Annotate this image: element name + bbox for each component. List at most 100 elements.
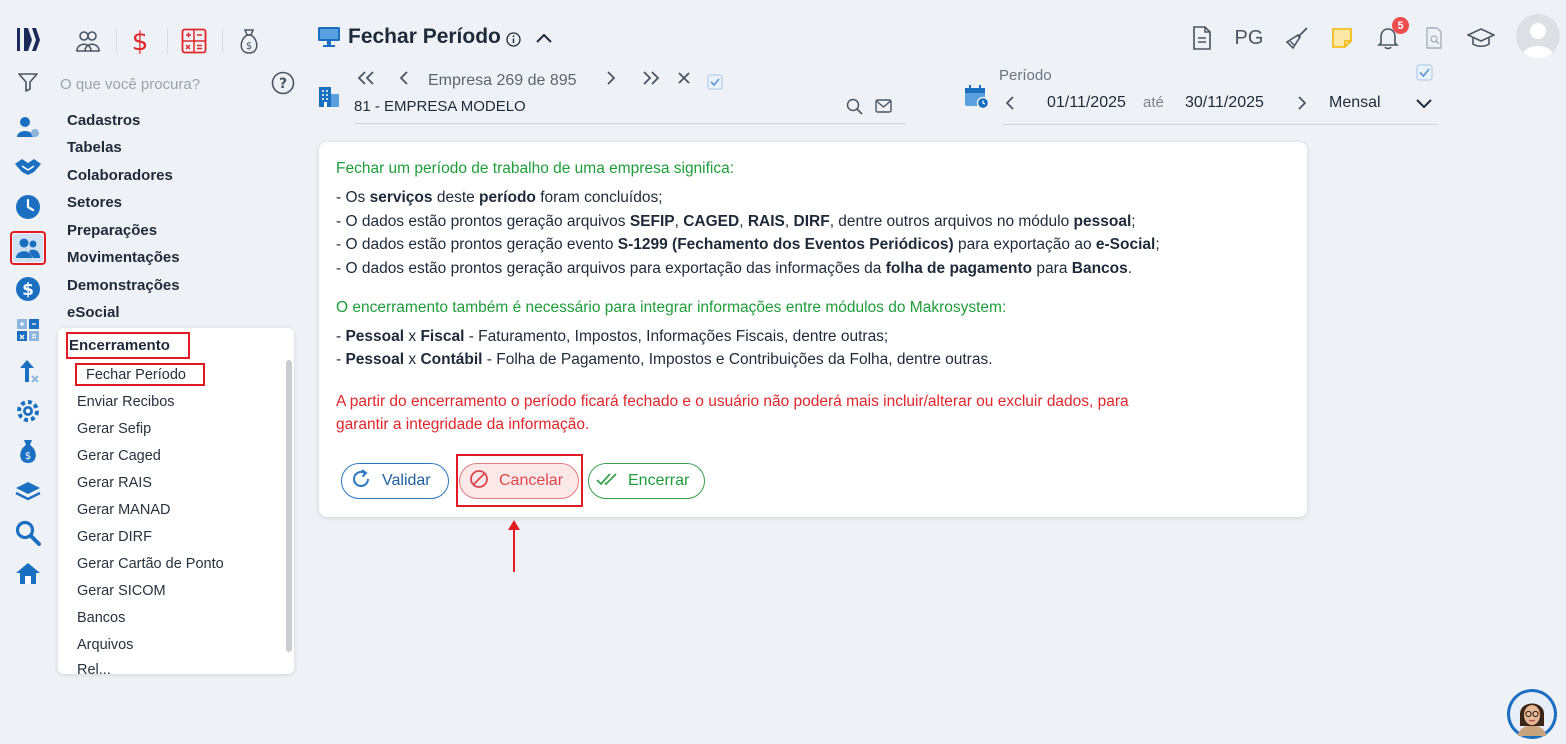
- rail-calculator-icon[interactable]: [10, 313, 46, 347]
- bullet-servicos: - Os serviços deste período foram conclu…: [336, 189, 663, 207]
- submenu-scrollbar[interactable]: [286, 360, 292, 652]
- last-company-button[interactable]: [641, 70, 661, 91]
- module-people-icon[interactable]: [71, 24, 105, 58]
- module-divider: [167, 28, 168, 54]
- chevron-down-icon[interactable]: [1415, 97, 1433, 115]
- module-money-bag-icon[interactable]: $: [232, 24, 266, 58]
- submenu-item-gerar-sicom[interactable]: Gerar SICOM: [77, 583, 166, 599]
- collapse-chevron-icon[interactable]: [535, 31, 553, 49]
- left-rail: $ $: [0, 0, 56, 744]
- text-segment: e-Social: [1095, 236, 1156, 253]
- submenu-item-gerar-dirf[interactable]: Gerar DIRF: [77, 529, 152, 545]
- menu-item-cadastros[interactable]: Cadastros: [67, 112, 140, 129]
- submenu-item-partial[interactable]: Rel...: [77, 662, 111, 674]
- period-mode-select[interactable]: Mensal: [1329, 94, 1381, 112]
- rail-people-icon[interactable]: [10, 231, 46, 265]
- user-avatar[interactable]: [1516, 14, 1560, 58]
- help-icon[interactable]: ?: [271, 71, 295, 100]
- previous-company-button[interactable]: [398, 70, 410, 91]
- svg-text:$: $: [22, 280, 34, 300]
- assistant-avatar[interactable]: [1507, 689, 1557, 739]
- menu-item-colaboradores[interactable]: Colaboradores: [67, 167, 173, 184]
- submenu-item-gerar-cartao-de-ponto[interactable]: Gerar Cartão de Ponto: [77, 556, 224, 572]
- period-next-button[interactable]: [1296, 95, 1308, 116]
- menu-item-esocial[interactable]: eSocial: [67, 304, 120, 321]
- rail-handshake-icon[interactable]: [10, 150, 46, 184]
- encerrar-label: Encerrar: [628, 472, 690, 489]
- integration-fiscal: - Pessoal x Fiscal - Faturamento, Impost…: [336, 328, 888, 346]
- menu-item-setores[interactable]: Setores: [67, 194, 122, 211]
- svg-text:?: ?: [279, 76, 287, 92]
- submenu-item-fechar-periodo[interactable]: Fechar Período: [86, 367, 186, 383]
- submenu-item-gerar-sefip[interactable]: Gerar Sefip: [77, 421, 151, 437]
- menu-item-preparacoes[interactable]: Preparações: [67, 222, 157, 239]
- app-logo[interactable]: [14, 24, 44, 59]
- page-title: Fechar Período: [348, 25, 501, 48]
- bullet-esocial: - O dados estão prontos geração evento S…: [336, 236, 1160, 254]
- period-separator: até: [1143, 94, 1164, 111]
- encerrar-button[interactable]: Encerrar: [588, 463, 705, 499]
- monitor-icon: [317, 26, 341, 53]
- submenu-item-gerar-rais[interactable]: Gerar RAIS: [77, 475, 152, 491]
- submenu-item-gerar-caged[interactable]: Gerar Caged: [77, 448, 161, 464]
- info-icon[interactable]: [506, 32, 521, 52]
- text-segment: Contábil: [420, 351, 483, 368]
- clear-company-button[interactable]: [677, 70, 691, 91]
- rail-clock-icon[interactable]: [10, 190, 46, 224]
- next-company-button[interactable]: [605, 70, 617, 91]
- graduation-cap-icon[interactable]: [1465, 22, 1497, 54]
- validar-button[interactable]: Validar: [341, 463, 449, 499]
- menu-item-demonstracoes[interactable]: Demonstrações: [67, 277, 180, 294]
- submenu-item-enviar-recibos[interactable]: Enviar Recibos: [77, 394, 175, 410]
- rail-users-config-icon[interactable]: [10, 110, 46, 144]
- rail-money-bag-icon[interactable]: $: [10, 434, 46, 468]
- first-company-button[interactable]: [356, 70, 376, 91]
- menu-search-input[interactable]: [60, 72, 260, 96]
- company-field[interactable]: 81 - EMPRESA MODELO: [354, 98, 526, 115]
- rail-dollar-icon[interactable]: $: [10, 272, 46, 306]
- menu-item-movimentacoes[interactable]: Movimentações: [67, 249, 180, 266]
- period-end-date[interactable]: 30/11/2025: [1185, 94, 1264, 112]
- period-checkbox[interactable]: [1416, 64, 1433, 86]
- module-divider: [222, 28, 223, 54]
- period-previous-button[interactable]: [1004, 95, 1016, 116]
- bullet-bancos: - O dados estão prontos geração arquivos…: [336, 260, 1132, 278]
- calendar-icon: [964, 84, 990, 115]
- company-mail-icon[interactable]: [875, 99, 892, 118]
- company-search-icon[interactable]: [846, 98, 863, 120]
- text-segment: - Os: [336, 189, 370, 206]
- company-field-underline: [354, 123, 906, 124]
- rail-home-icon[interactable]: [10, 556, 46, 590]
- menu-item-tabelas[interactable]: Tabelas: [67, 139, 122, 156]
- rail-arrow-up-icon[interactable]: [10, 354, 46, 388]
- document-icon[interactable]: [1186, 22, 1218, 54]
- text-segment: ,: [674, 213, 684, 230]
- notification-badge: 5: [1392, 17, 1409, 34]
- text-segment: período: [479, 189, 536, 206]
- text-segment: foram concluídos;: [535, 189, 663, 206]
- rail-search-icon[interactable]: [10, 516, 46, 550]
- submenu-section-encerramento[interactable]: Encerramento: [69, 337, 170, 354]
- text-segment: , dentre outros arquivos no módulo: [829, 213, 1074, 230]
- text-segment: Bancos: [1071, 260, 1128, 277]
- period-start-date[interactable]: 01/11/2025: [1047, 94, 1126, 112]
- module-dollar-icon[interactable]: $: [123, 24, 157, 58]
- company-checkbox[interactable]: [707, 74, 723, 95]
- submenu-item-arquivos[interactable]: Arquivos: [77, 637, 133, 653]
- svg-text:$: $: [132, 27, 149, 55]
- menu-search: ?: [16, 70, 296, 98]
- report-search-icon[interactable]: [1419, 22, 1451, 54]
- note-icon[interactable]: [1326, 22, 1358, 54]
- submenu-item-gerar-manad[interactable]: Gerar MANAD: [77, 502, 170, 518]
- text-segment: Pessoal: [345, 351, 405, 368]
- text-segment: .: [1127, 260, 1133, 277]
- warning-line-2: garantir a integridade da informação.: [336, 416, 590, 433]
- submenu-item-bancos[interactable]: Bancos: [77, 610, 125, 626]
- rail-gear-icon[interactable]: [10, 394, 46, 428]
- module-calculator-icon[interactable]: [177, 24, 211, 58]
- rail-layers-icon[interactable]: [10, 475, 46, 509]
- pg-button[interactable]: PG: [1233, 22, 1265, 54]
- annotation-arrow-icon: [506, 518, 522, 579]
- text-segment: S-1299 (Fechamento dos Eventos Periódico…: [617, 236, 954, 253]
- broom-icon[interactable]: [1281, 22, 1313, 54]
